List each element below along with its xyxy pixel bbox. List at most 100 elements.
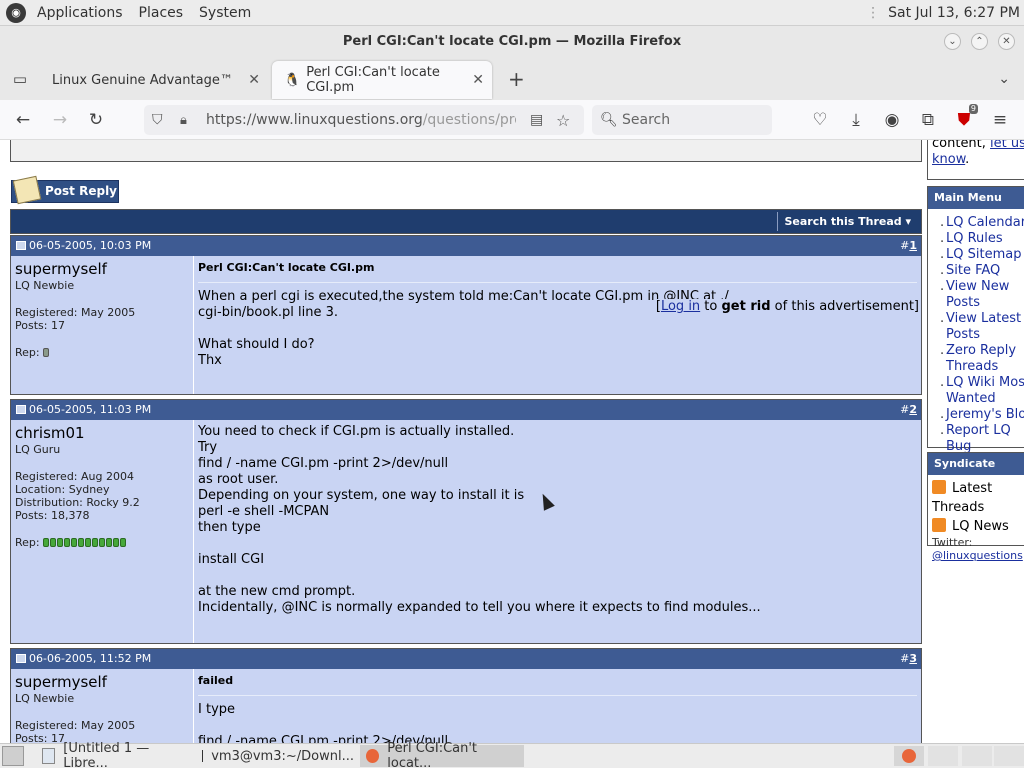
url-text[interactable]: https://www.linuxquestions.org/questions… bbox=[206, 112, 516, 128]
twitter-link[interactable]: @linuxquestions bbox=[932, 549, 1024, 562]
user-info: supermyself LQ Newbie Registered: May 20… bbox=[11, 256, 194, 394]
minimize-button[interactable]: ⌄ bbox=[944, 33, 961, 50]
tab-overview-icon[interactable]: ▭ bbox=[0, 70, 40, 88]
user-registered: Registered: Aug 2004 bbox=[15, 470, 134, 483]
post-line: perl -e shell -MCPAN bbox=[198, 504, 330, 519]
menu-report-bug[interactable]: Report LQ Bug bbox=[940, 423, 1024, 455]
search-engine-icon: 🔍︎ bbox=[600, 112, 618, 128]
menu-lq-wiki[interactable]: LQ Wiki MostWanted bbox=[940, 375, 1024, 407]
post-reply-button[interactable]: Post Reply bbox=[11, 175, 119, 205]
user-rep: Rep: bbox=[15, 346, 189, 359]
user-rank: LQ Guru bbox=[15, 443, 61, 456]
menu-site-faq[interactable]: Site FAQ bbox=[940, 263, 1024, 279]
post-line: find / -name CGI.pm -print 2>/dev/null bbox=[198, 734, 449, 743]
terminal-icon bbox=[202, 750, 204, 762]
post-number-link[interactable]: #3 bbox=[900, 649, 917, 669]
firefox-icon bbox=[366, 749, 380, 763]
forward-button[interactable]: → bbox=[48, 108, 72, 132]
lq-news-link[interactable]: LQ News bbox=[932, 517, 1024, 536]
search-placeholder: Search bbox=[622, 112, 671, 128]
pocket-icon[interactable]: ♡ bbox=[808, 108, 832, 132]
login-link[interactable]: Log in bbox=[661, 299, 700, 314]
sidebar-contribute-box: content, let us know. bbox=[927, 140, 1024, 180]
post-reply-label: Post Reply bbox=[45, 184, 117, 198]
user-info: chrism01 LQ Guru Registered: Aug 2004 Lo… bbox=[11, 420, 194, 643]
post-line: You need to check if CGI.pm is actually … bbox=[198, 424, 515, 439]
username-link[interactable]: chrism01 bbox=[15, 424, 189, 442]
workspace-1[interactable] bbox=[894, 746, 924, 766]
menu-jeremys-blog[interactable]: Jeremy's Blog bbox=[940, 407, 1024, 423]
search-thread-label: Search this Thread bbox=[784, 215, 902, 228]
tab-perl-cgi[interactable]: 🐧 Perl CGI:Can't locate CGI.pm ✕ bbox=[272, 61, 492, 99]
menu-view-new-posts[interactable]: View NewPosts bbox=[940, 279, 1024, 311]
workspace-4[interactable] bbox=[994, 746, 1024, 766]
let-us-know-link[interactable]: let us bbox=[990, 140, 1024, 151]
task-terminal[interactable]: vm3@vm3:~/Downl... bbox=[196, 745, 360, 767]
close-tab-icon[interactable]: ✕ bbox=[248, 72, 260, 88]
thread-tools-bar: Search this Thread ▾ bbox=[10, 209, 922, 234]
post-title: failed bbox=[198, 673, 917, 696]
search-thread-button[interactable]: Search this Thread ▾ bbox=[777, 212, 917, 231]
firefox-icon bbox=[902, 749, 916, 763]
user-registered: Registered: May 2005 bbox=[15, 719, 136, 732]
close-window-button[interactable]: ✕ bbox=[998, 33, 1015, 50]
bookmark-star-icon[interactable]: ☆ bbox=[556, 111, 570, 130]
hamburger-menu-icon[interactable]: ≡ bbox=[988, 108, 1012, 132]
list-tabs-chevron-icon[interactable]: ⌄ bbox=[998, 71, 1010, 87]
post-line: Thx bbox=[198, 353, 222, 368]
post-number-link[interactable]: #2 bbox=[900, 400, 917, 420]
extensions-icon[interactable]: ⧉ bbox=[916, 108, 940, 132]
user-rank: LQ Newbie bbox=[15, 692, 75, 705]
task-firefox[interactable]: Perl CGI:Can't locat... bbox=[360, 741, 524, 771]
user-info: supermyself LQ Newbie Registered: May 20… bbox=[11, 669, 194, 743]
post-body: chrism01 LQ Guru Registered: Aug 2004 Lo… bbox=[11, 420, 921, 643]
know-link[interactable]: know bbox=[932, 152, 965, 167]
window-title: Perl CGI:Can't locate CGI.pm — Mozilla F… bbox=[342, 34, 682, 49]
system-menu[interactable]: System bbox=[194, 5, 256, 21]
reader-view-icon[interactable]: ▤ bbox=[530, 112, 543, 128]
rep-pip-icon bbox=[43, 348, 50, 357]
username-link[interactable]: supermyself bbox=[15, 260, 189, 278]
latest-threads-link[interactable]: Latest Threads bbox=[932, 479, 1024, 517]
tab-linux-genuine[interactable]: Linux Genuine Advantage™ ✕ bbox=[40, 61, 268, 99]
post-line: What should I do? bbox=[198, 337, 315, 352]
post-line: Incidentally, @INC is normally expanded … bbox=[198, 600, 761, 615]
gnome-logo-icon[interactable]: ◉ bbox=[6, 2, 26, 23]
post-number-link[interactable]: #1 bbox=[900, 236, 917, 256]
close-tab-icon[interactable]: ✕ bbox=[472, 72, 484, 88]
menu-zero-reply[interactable]: Zero ReplyThreads bbox=[940, 343, 1024, 375]
workspace-2[interactable] bbox=[928, 746, 958, 766]
post-date: 06-05-2005, 11:03 PM bbox=[29, 403, 152, 416]
downloads-icon[interactable]: ⤓ bbox=[844, 108, 868, 132]
maximize-button[interactable]: ⌃ bbox=[971, 33, 988, 50]
search-box[interactable]: 🔍︎ Search bbox=[592, 105, 772, 135]
task-libreoffice[interactable]: [Untitled 1 — Libre... bbox=[36, 741, 196, 771]
url-bar[interactable]: ⛉ 🔒︎ https://www.linuxquestions.org/ques… bbox=[144, 105, 584, 135]
menu-lq-sitemap[interactable]: LQ Sitemap bbox=[940, 247, 1024, 263]
menu-lq-rules[interactable]: LQ Rules bbox=[940, 231, 1024, 247]
reload-button[interactable]: ↻ bbox=[84, 108, 108, 132]
back-button[interactable]: ← bbox=[11, 108, 35, 132]
shield-icon[interactable]: ⛉ bbox=[152, 112, 163, 128]
post-line: install CGI bbox=[198, 552, 265, 567]
user-registered: Registered: May 2005 bbox=[15, 306, 136, 319]
lock-icon[interactable]: 🔒︎ bbox=[180, 113, 187, 128]
applications-menu[interactable]: Applications bbox=[32, 5, 128, 21]
menu-lq-calendar[interactable]: LQ Calendar bbox=[940, 215, 1024, 231]
show-desktop-icon[interactable] bbox=[2, 746, 24, 766]
user-distribution: Distribution: Rocky 9.2 bbox=[15, 496, 140, 509]
user-rank: LQ Newbie bbox=[15, 279, 75, 292]
places-menu[interactable]: Places bbox=[134, 5, 189, 21]
username-link[interactable]: supermyself bbox=[15, 673, 189, 691]
user-posts: Posts: 17 bbox=[15, 319, 65, 332]
clock[interactable]: ⋮ Sat Jul 13, 6:27 PM bbox=[866, 0, 1024, 26]
menu-view-latest-posts[interactable]: View LatestPosts bbox=[940, 311, 1024, 343]
new-tab-button[interactable]: + bbox=[508, 67, 525, 91]
post-message: You need to check if CGI.pm is actually … bbox=[194, 420, 921, 643]
post-1: 06-05-2005, 10:03 PM #1 supermyself LQ N… bbox=[10, 235, 922, 395]
ublock-icon[interactable]: ⛊ 9 bbox=[952, 104, 978, 132]
post-date: 06-06-2005, 11:52 PM bbox=[29, 652, 152, 665]
user-rep: Rep: bbox=[15, 536, 189, 549]
workspace-3[interactable] bbox=[962, 746, 992, 766]
account-icon[interactable]: ◉ bbox=[880, 108, 904, 132]
